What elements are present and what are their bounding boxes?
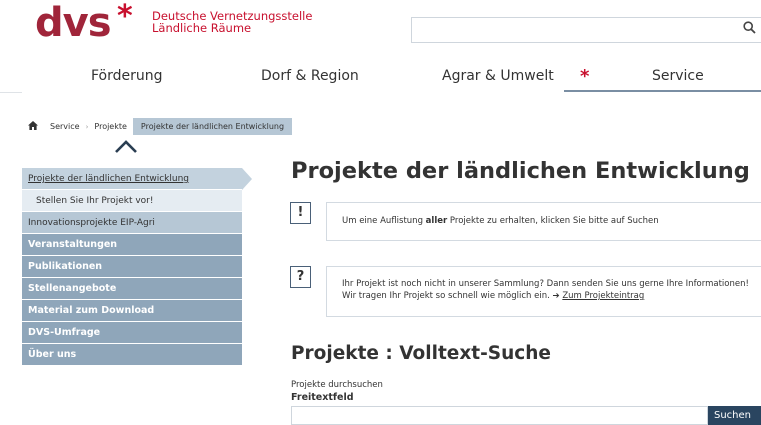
sidebar-item-projekt-vorstellen[interactable]: Stellen Sie Ihr Projekt vor!: [22, 190, 242, 212]
logo-wordmark: dvs: [35, 0, 112, 46]
breadcrumb-projekte[interactable]: Projekte: [88, 122, 133, 131]
breadcrumb-service[interactable]: Service: [44, 122, 86, 131]
nav-item-dorf-region[interactable]: Dorf & Region: [261, 68, 359, 84]
breadcrumb: Service › Projekte Projekte der ländlich…: [22, 118, 293, 135]
fulltext-search-title: Projekte : Volltext-Suche: [291, 343, 551, 364]
nav-active-indicator: [564, 90, 761, 92]
sidebar: Projekte der ländlichen Entwicklung Stel…: [22, 168, 252, 366]
sidebar-item-publikationen[interactable]: Publikationen: [22, 256, 242, 278]
home-icon[interactable]: [22, 120, 44, 133]
arrow-right-icon: ➔: [552, 291, 560, 301]
sidebar-item-stellenangebote[interactable]: Stellenangebote: [22, 278, 242, 300]
notice1-text-bold: aller: [425, 216, 448, 226]
nav-item-service[interactable]: Service: [652, 68, 704, 84]
freitext-input[interactable]: [291, 406, 708, 425]
search-button[interactable]: Suchen: [708, 406, 761, 425]
site-search-input[interactable]: [411, 17, 761, 43]
nav-item-agrar-umwelt[interactable]: Agrar & Umwelt: [442, 68, 554, 84]
exclamation-icon: !: [290, 202, 311, 224]
search-hint: Projekte durchsuchen: [291, 380, 383, 390]
notice-submit-project: ? Ihr Projekt ist noch nicht in unserer …: [290, 266, 761, 317]
nav-item-foerderung[interactable]: Förderung: [91, 68, 163, 84]
project-entry-link[interactable]: Zum Projekteintrag: [562, 291, 644, 301]
nav-star-icon: *: [580, 66, 590, 87]
main-nav: Förderung Dorf & Region Agrar & Umwelt *…: [0, 62, 761, 92]
search-icon[interactable]: [743, 21, 756, 38]
breadcrumb-current: Projekte der ländlichen Entwicklung: [132, 118, 293, 135]
notice-all-projects: ! Um eine Auflistung aller Projekte zu e…: [290, 202, 761, 241]
notice1-text-after: Projekte zu erhalten, klicken Sie bitte …: [447, 216, 659, 226]
question-icon: ?: [290, 266, 311, 288]
page-title: Projekte der ländlichen Entwicklung: [291, 158, 750, 184]
notice1-text-before: Um eine Auflistung: [342, 216, 426, 226]
sidebar-item-projekte-laendliche-entwicklung[interactable]: Projekte der ländlichen Entwicklung: [22, 168, 252, 190]
sidebar-item-ueber-uns[interactable]: Über uns: [22, 344, 242, 366]
sidebar-item-dvs-umfrage[interactable]: DVS-Umfrage: [22, 322, 242, 344]
notice-submit-project-text: Ihr Projekt ist noch nicht in unserer Sa…: [326, 266, 761, 317]
notice2-line-1: Ihr Projekt ist noch nicht in unserer Sa…: [342, 279, 749, 289]
freitext-label: Freitextfeld: [291, 392, 354, 403]
logo-text: Deutsche Vernetzungsstelle Ländliche Räu…: [152, 10, 312, 34]
notice-all-projects-text: Um eine Auflistung aller Projekte zu erh…: [326, 202, 761, 241]
logo-star-icon: *: [117, 0, 133, 34]
logo-line-2: Ländliche Räume: [152, 21, 252, 35]
sidebar-item-material-download[interactable]: Material zum Download: [22, 300, 242, 322]
chevron-up-icon[interactable]: [112, 137, 140, 155]
divider: [0, 92, 22, 93]
notice2-line-2: Wir tragen Ihr Projekt so schnell wie mö…: [342, 290, 761, 302]
sidebar-item-veranstaltungen[interactable]: Veranstaltungen: [22, 234, 242, 256]
notice2-text: Wir tragen Ihr Projekt so schnell wie mö…: [342, 291, 553, 301]
sidebar-item-innovationsprojekte[interactable]: Innovationsprojekte EIP-Agri: [22, 212, 242, 234]
